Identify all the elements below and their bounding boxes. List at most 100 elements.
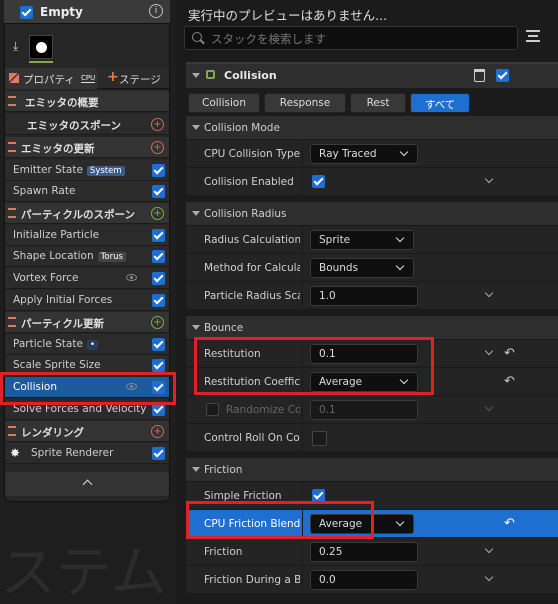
prop-label: CPU Collision Type bbox=[204, 148, 300, 160]
module-particle-state[interactable]: Particle State • bbox=[5, 334, 169, 355]
prop-randomize-coefficient: Randomize Co 0.1 bbox=[186, 396, 558, 424]
module-vortex-force[interactable]: Vortex Force bbox=[5, 268, 169, 289]
filter-tab-all[interactable]: すべて bbox=[410, 93, 470, 113]
collapse-triangle-icon[interactable] bbox=[192, 73, 200, 78]
emitter-name: Empty bbox=[40, 5, 83, 19]
section-collision-mode[interactable]: Collision Mode bbox=[186, 116, 558, 140]
module-enabled-checkbox[interactable] bbox=[152, 447, 165, 460]
restitution-coefficient-dropdown[interactable]: Average bbox=[310, 372, 418, 392]
control-roll-checkbox[interactable] bbox=[312, 431, 327, 446]
chevron-down-icon[interactable] bbox=[484, 402, 494, 412]
section-emitter-update[interactable]: エミッタの更新 + bbox=[5, 137, 169, 158]
filter-tab-rest[interactable]: Rest bbox=[350, 93, 406, 113]
module-enabled-checkbox[interactable] bbox=[152, 359, 165, 372]
section-rendering[interactable]: レンダリング + bbox=[5, 421, 169, 442]
chevron-down-icon[interactable] bbox=[484, 346, 494, 356]
stage-add-icon[interactable]: + bbox=[107, 69, 119, 85]
module-scale-sprite-size[interactable]: Scale Sprite Size bbox=[5, 355, 169, 376]
restitution-input[interactable]: 0.1 bbox=[310, 344, 418, 364]
add-module-icon[interactable]: + bbox=[151, 141, 164, 154]
section-label: Collision Radius bbox=[204, 208, 287, 220]
add-module-icon[interactable]: + bbox=[151, 118, 164, 131]
friction-input[interactable]: 0.25 bbox=[310, 542, 418, 562]
section-emitter-summary[interactable]: エミッタの概要 bbox=[5, 91, 169, 112]
particle-preview-icon bbox=[36, 42, 47, 53]
emitter-enabled-checkbox[interactable] bbox=[20, 6, 33, 19]
module-enabled-checkbox[interactable] bbox=[496, 69, 509, 82]
randomize-checkbox[interactable] bbox=[206, 403, 219, 416]
collision-enabled-checkbox[interactable] bbox=[312, 175, 325, 188]
module-sprite-renderer[interactable]: ✸ Sprite Renderer bbox=[5, 443, 169, 464]
add-module-icon[interactable]: + bbox=[151, 316, 164, 329]
module-emitter-state[interactable]: Emitter State System bbox=[5, 160, 169, 181]
module-enabled-checkbox[interactable] bbox=[152, 403, 165, 416]
module-spawn-rate[interactable]: Spawn Rate bbox=[5, 181, 169, 202]
randomize-input[interactable]: 0.1 bbox=[310, 400, 418, 420]
collision-module-icon bbox=[206, 70, 215, 79]
eye-icon[interactable] bbox=[126, 274, 137, 281]
radius-calculation-dropdown[interactable]: Sprite bbox=[310, 230, 414, 250]
cpu-friction-blend-dropdown[interactable]: Average bbox=[310, 514, 414, 534]
collapse-button[interactable] bbox=[5, 472, 169, 496]
torus-tag: Torus bbox=[97, 252, 126, 262]
friction-during-bounce-input[interactable]: 0.0 bbox=[310, 570, 418, 590]
filter-tab-response[interactable]: Response bbox=[264, 93, 346, 113]
reset-icon[interactable]: ↶ bbox=[504, 346, 515, 361]
properties-tab-label: プロパティ bbox=[23, 74, 75, 86]
module-label: Apply Initial Forces bbox=[13, 294, 113, 306]
prop-cpu-friction-blend[interactable]: CPU Friction Blend Average ↶ bbox=[186, 510, 558, 538]
module-header[interactable]: Collision bbox=[186, 62, 558, 88]
module-solve-forces[interactable]: Solve Forces and Velocity bbox=[5, 399, 169, 420]
method-dropdown[interactable]: Bounds bbox=[310, 258, 414, 278]
module-label: Solve Forces and Velocity bbox=[13, 403, 147, 415]
module-enabled-checkbox[interactable] bbox=[152, 272, 165, 285]
section-particle-update[interactable]: パーティクル更新 + bbox=[5, 312, 169, 333]
info-icon[interactable]: i bbox=[149, 4, 163, 18]
chevron-down-icon[interactable] bbox=[484, 572, 494, 582]
reset-icon[interactable]: ↶ bbox=[504, 516, 515, 531]
filter-tab-collision[interactable]: Collision bbox=[188, 93, 260, 113]
prop-label: Radius Calculation bbox=[204, 234, 300, 246]
particle-radius-input[interactable]: 1.0 bbox=[310, 286, 418, 306]
emitter-header[interactable]: Empty i bbox=[4, 0, 170, 24]
prop-restitution: Restitution 0.1 ↶ bbox=[186, 340, 558, 368]
module-apply-initial-forces[interactable]: Apply Initial Forces bbox=[5, 290, 169, 311]
eye-icon[interactable] bbox=[126, 383, 137, 390]
prop-simple-friction: Simple Friction bbox=[186, 482, 558, 510]
section-collision-radius[interactable]: Collision Radius bbox=[186, 202, 558, 226]
collapse-triangle-icon bbox=[192, 325, 200, 330]
cpu-collision-type-dropdown[interactable]: Ray Traced bbox=[310, 144, 418, 164]
prop-friction: Friction 0.25 bbox=[186, 538, 558, 566]
stage-tab[interactable]: ステージ bbox=[119, 72, 161, 87]
properties-tab[interactable]: プロパティ CPU bbox=[5, 68, 97, 89]
section-emitter-spawn[interactable]: エミッタのスポーン + bbox=[5, 114, 169, 135]
module-enabled-checkbox[interactable] bbox=[152, 294, 165, 307]
pin-icon[interactable]: ⤓ bbox=[13, 39, 18, 54]
section-friction[interactable]: Friction bbox=[186, 458, 558, 482]
prop-particle-radius-scale: Particle Radius Sca 1.0 bbox=[186, 282, 558, 310]
module-collision[interactable]: Collision bbox=[5, 377, 169, 398]
add-module-icon[interactable]: + bbox=[151, 207, 164, 220]
section-bounce[interactable]: Bounce bbox=[186, 316, 558, 340]
simple-friction-checkbox[interactable] bbox=[312, 489, 325, 502]
module-enabled-checkbox[interactable] bbox=[152, 229, 165, 242]
section-label: Friction bbox=[204, 464, 243, 476]
module-enabled-checkbox[interactable] bbox=[152, 250, 165, 263]
module-shape-location[interactable]: Shape Location Torus bbox=[5, 246, 169, 267]
state-dot-tag: • bbox=[86, 340, 98, 350]
module-enabled-checkbox[interactable] bbox=[152, 381, 165, 394]
chevron-down-icon[interactable] bbox=[484, 544, 494, 554]
reset-icon[interactable]: ↶ bbox=[504, 374, 515, 389]
prop-restitution-coefficient: Restitution Coeffic Average ↶ bbox=[186, 368, 558, 396]
chevron-down-icon[interactable] bbox=[484, 288, 494, 298]
chevron-down-icon[interactable] bbox=[484, 174, 494, 184]
module-initialize-particle[interactable]: Initialize Particle bbox=[5, 225, 169, 246]
section-particle-spawn[interactable]: パーティクルのスポーン + bbox=[5, 203, 169, 224]
module-enabled-checkbox[interactable] bbox=[152, 164, 165, 177]
module-enabled-checkbox[interactable] bbox=[152, 338, 165, 351]
search-input[interactable]: スタックを検索します bbox=[184, 26, 518, 50]
add-module-icon[interactable]: + bbox=[151, 425, 164, 438]
module-enabled-checkbox[interactable] bbox=[152, 185, 165, 198]
module-label: Vortex Force bbox=[13, 272, 79, 284]
delete-icon[interactable] bbox=[474, 69, 485, 82]
